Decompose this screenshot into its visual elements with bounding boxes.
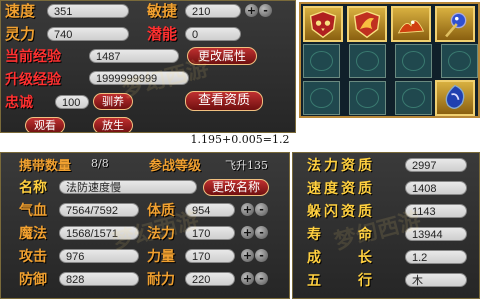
upgrade-exp-value: 1999999999	[89, 71, 189, 85]
speed-aptitude-label: 速度资质	[307, 181, 375, 197]
strength-stepper[interactable]: + -	[241, 249, 268, 262]
magic-power-label: 法力	[147, 226, 175, 242]
battle-level-label: 参战等级	[149, 159, 202, 174]
empty-slot[interactable]	[303, 81, 340, 115]
watch-button[interactable]: 观看	[25, 117, 65, 132]
plus-icon[interactable]: +	[241, 203, 254, 216]
agility-stepper[interactable]: + -	[245, 4, 272, 17]
empty-slot[interactable]	[441, 44, 478, 78]
tame-button[interactable]: 驯养	[93, 93, 133, 110]
potential-label: 潜能	[147, 25, 178, 43]
minus-icon[interactable]: -	[259, 4, 272, 17]
pet-name-field[interactable]: 法防速度慢	[59, 180, 197, 194]
current-exp-value: 1487	[89, 49, 179, 63]
constitution-label: 体质	[147, 203, 175, 219]
carry-count-value: 8/8	[91, 157, 109, 170]
battle-level-value: 飞升135	[225, 159, 268, 172]
potential-value: 0	[185, 27, 241, 41]
spirit-value: 740	[47, 27, 129, 41]
constitution-stepper[interactable]: + -	[241, 203, 268, 216]
empty-slot[interactable]	[349, 44, 386, 78]
magic-aptitude-value: 2997	[405, 158, 467, 172]
empty-slot[interactable]	[303, 44, 340, 78]
speed-value: 351	[47, 4, 129, 18]
pet-attributes-panel: 速度 351 敏捷 210 + - 灵力 740 潜能 0 当前经验 1487 更…	[0, 0, 296, 133]
element-label: 五 行	[307, 273, 375, 289]
strength-value: 170	[185, 249, 235, 263]
hp-label: 气血	[19, 203, 47, 219]
element-value: 木	[405, 273, 467, 287]
loyalty-value: 100	[55, 95, 89, 109]
loyalty-label: 忠诚	[5, 95, 33, 111]
mp-label: 魔法	[19, 226, 47, 242]
view-aptitude-button[interactable]: 查看资质	[185, 91, 263, 111]
owl-shield-icon[interactable]	[303, 6, 343, 42]
dodge-aptitude-value: 1143	[405, 204, 467, 218]
constitution-value: 954	[185, 203, 235, 217]
pet-item-grid	[299, 2, 480, 118]
agility-value: 210	[185, 4, 241, 18]
current-exp-label: 当前经验	[5, 49, 61, 65]
defense-label: 防御	[19, 272, 47, 288]
minus-icon[interactable]: -	[255, 226, 268, 239]
agility-label: 敏捷	[147, 2, 178, 20]
growth-label: 成 长	[307, 250, 375, 266]
empty-slot[interactable]	[349, 81, 386, 115]
release-button[interactable]: 放生	[93, 117, 133, 132]
lifespan-value: 13944	[405, 227, 467, 241]
lifespan-label: 寿 命	[307, 227, 375, 243]
endurance-label: 耐力	[147, 272, 175, 288]
minus-icon[interactable]: -	[255, 272, 268, 285]
name-label: 名称	[19, 180, 47, 196]
defense-value: 828	[59, 272, 139, 286]
magic-orb-icon[interactable]	[435, 6, 475, 42]
carry-count-label: 携带数量	[19, 159, 72, 174]
plus-icon[interactable]: +	[245, 4, 258, 17]
magic-power-value: 170	[185, 226, 235, 240]
dodge-aptitude-label: 躲闪资质	[307, 204, 375, 220]
minus-icon[interactable]: -	[255, 249, 268, 262]
upgrade-exp-label: 升级经验	[5, 72, 61, 88]
minus-icon[interactable]: -	[255, 203, 268, 216]
attack-label: 攻击	[19, 249, 47, 265]
empty-slot[interactable]	[395, 44, 432, 78]
magic-power-stepper[interactable]: + -	[241, 226, 268, 239]
hp-value: 7564/7592	[59, 203, 139, 217]
endurance-value: 220	[185, 272, 235, 286]
growth-formula-text: 1.195+0.005=1.2	[190, 133, 290, 146]
plus-icon[interactable]: +	[241, 249, 254, 262]
fire-creature-icon[interactable]	[391, 6, 431, 42]
spirit-label: 灵力	[5, 25, 36, 43]
plus-icon[interactable]: +	[241, 272, 254, 285]
endurance-stepper[interactable]: + -	[241, 272, 268, 285]
mp-value: 1568/1571	[59, 226, 139, 240]
speed-aptitude-value: 1408	[405, 181, 467, 195]
blue-gem-item-icon[interactable]	[435, 80, 475, 116]
empty-slot[interactable]	[395, 81, 432, 115]
attack-value: 976	[59, 249, 139, 263]
pet-stats-panel: 携带数量 8/8 参战等级 飞升135 名称 法防速度慢 更改名称 气血 756…	[0, 152, 290, 299]
growth-value: 1.2	[405, 250, 467, 264]
magic-aptitude-label: 法力资质	[307, 158, 375, 174]
change-attributes-button[interactable]: 更改属性	[187, 47, 257, 65]
speed-label: 速度	[5, 2, 36, 20]
plus-icon[interactable]: +	[241, 226, 254, 239]
pet-aptitude-panel: 法力资质 2997 速度资质 1408 躲闪资质 1143 寿 命 13944 …	[292, 152, 480, 299]
strength-label: 力量	[147, 249, 175, 265]
phoenix-shield-icon[interactable]	[347, 6, 387, 42]
rename-button[interactable]: 更改名称	[203, 179, 269, 196]
